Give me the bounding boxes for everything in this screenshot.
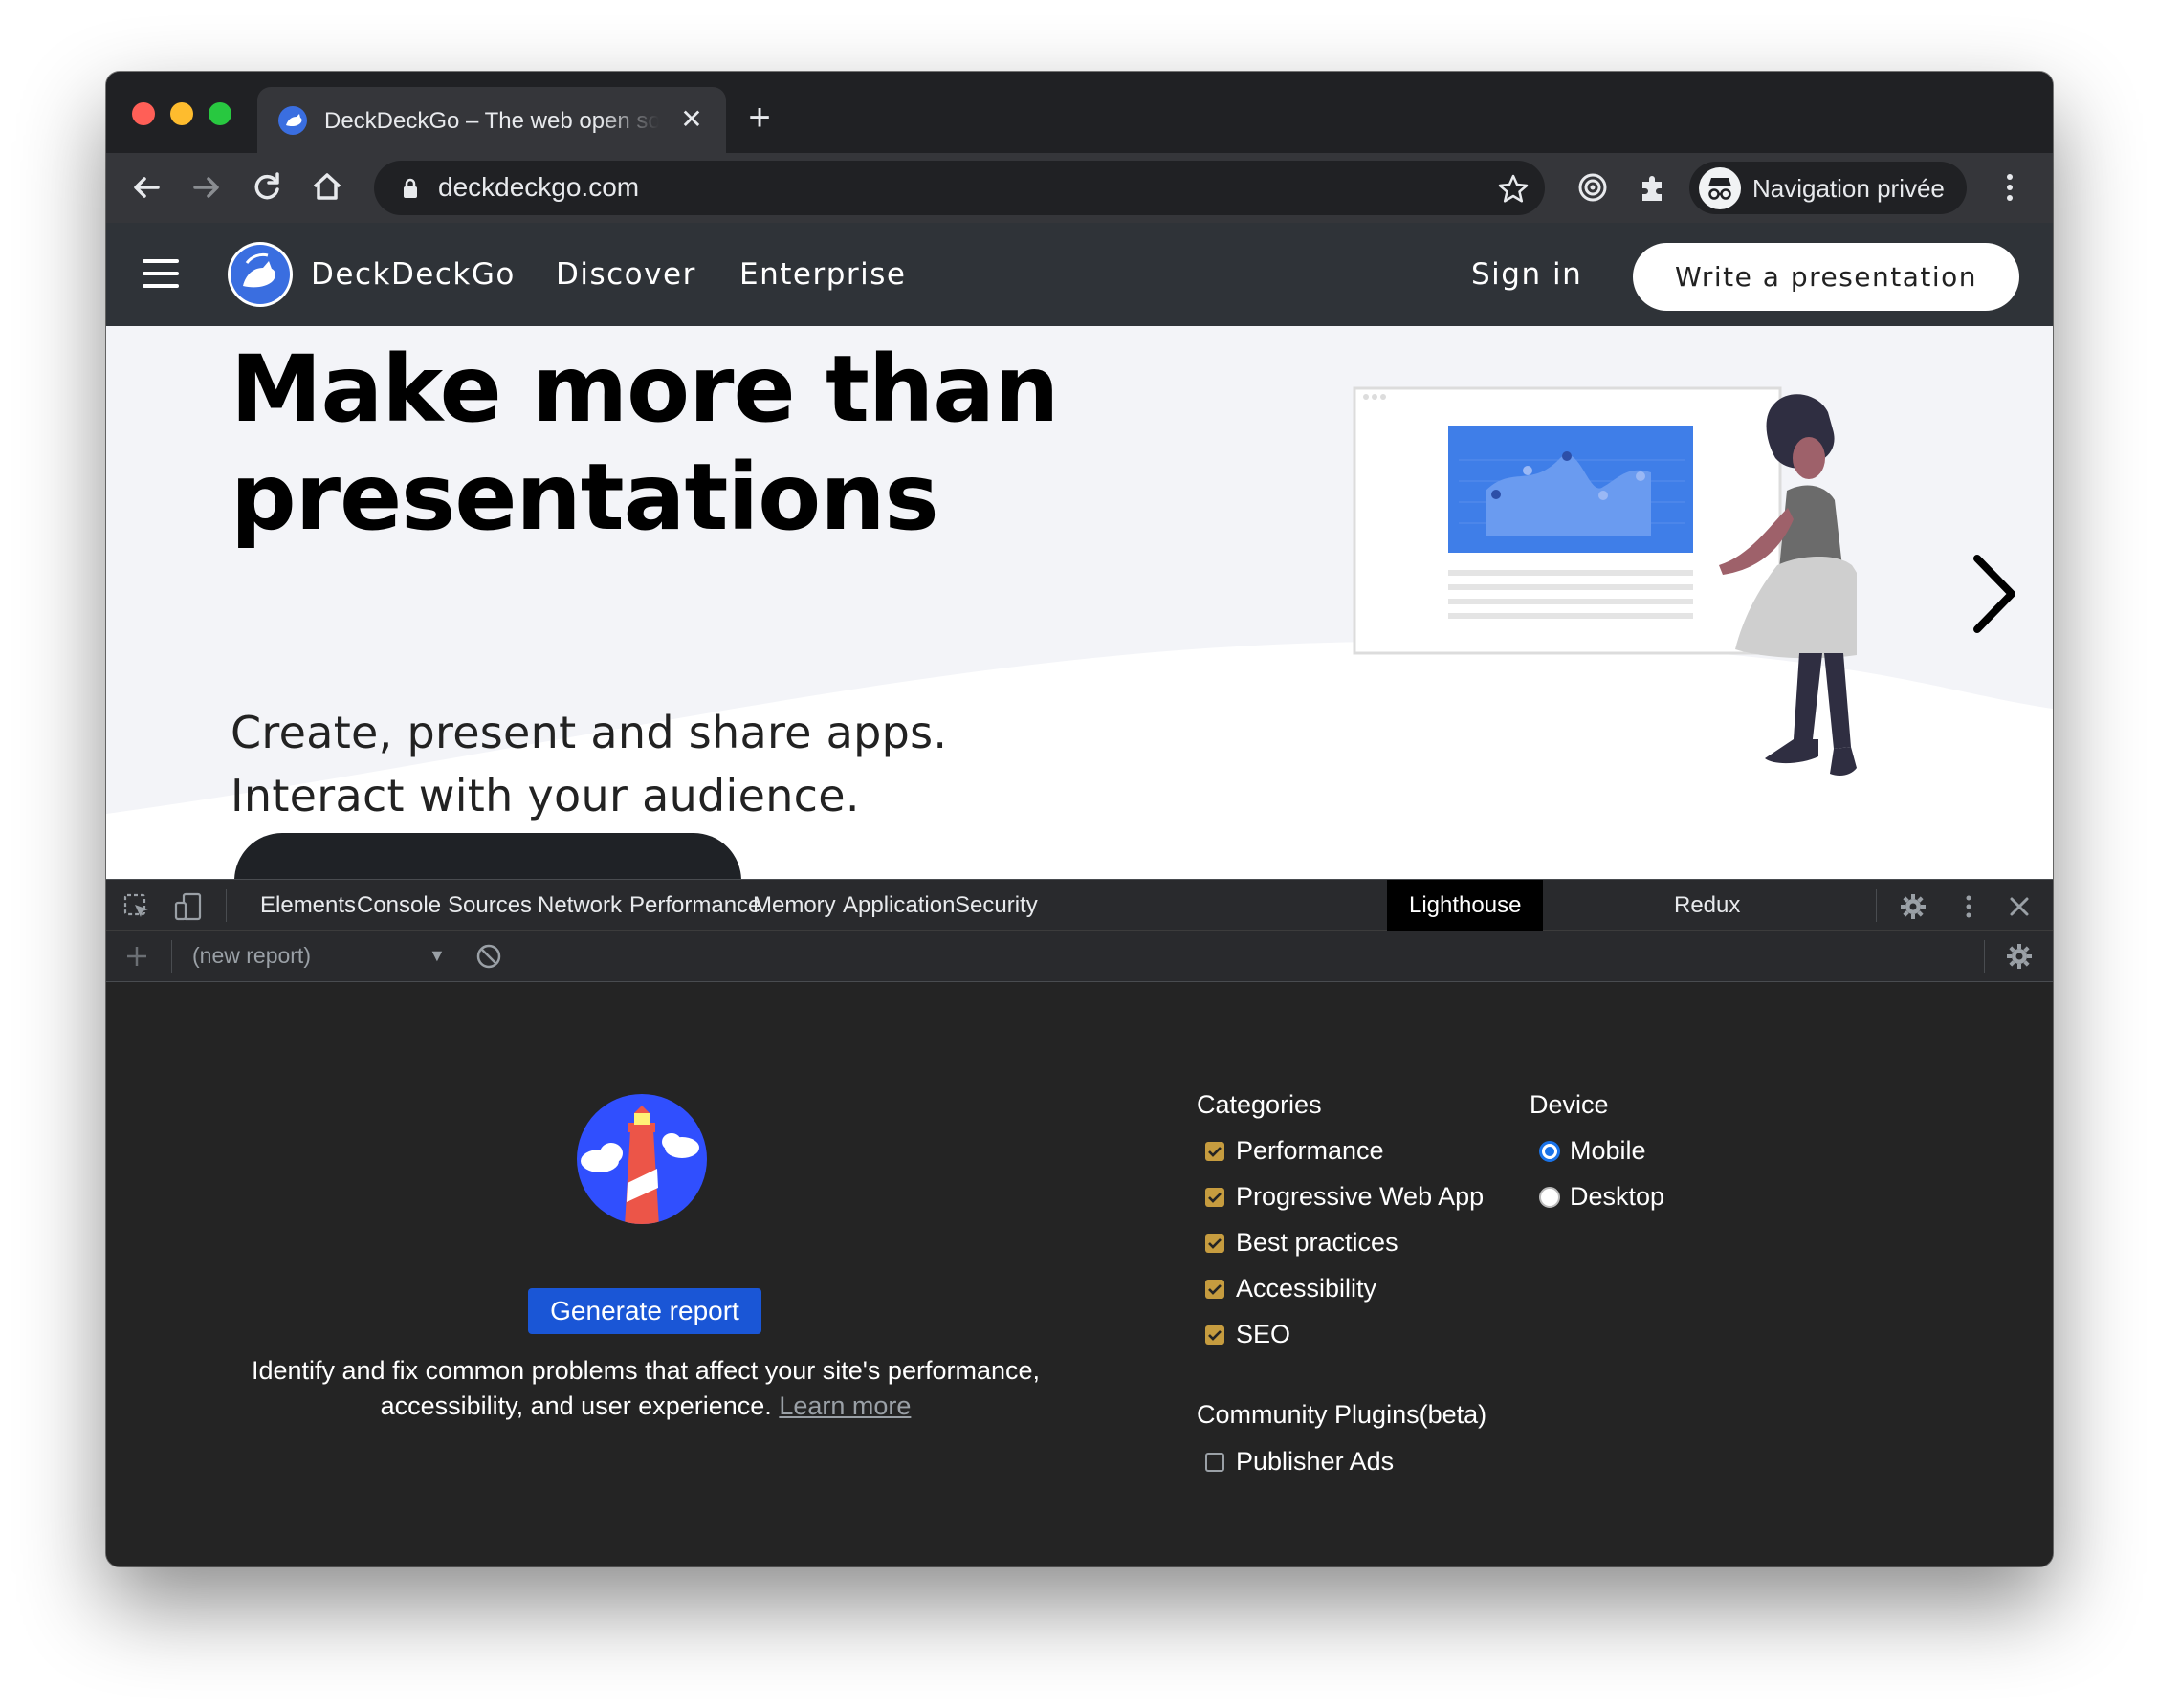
incognito-profile-button[interactable]: Navigation privée <box>1689 162 1967 214</box>
write-presentation-button[interactable]: Write a presentation <box>1633 243 2019 311</box>
bookmark-star-icon[interactable] <box>1495 170 1531 207</box>
category-label: Progressive Web App <box>1236 1182 1485 1211</box>
category-label: Accessibility <box>1236 1274 1377 1303</box>
lighthouse-settings-gear-icon[interactable] <box>2004 941 2035 972</box>
device-label: Desktop <box>1570 1182 1665 1211</box>
presentation-illustration <box>1353 386 1857 776</box>
extension-target-icon[interactable] <box>1572 166 1614 208</box>
plugins-title: Community Plugins(beta) <box>1197 1400 1487 1429</box>
devtools-tab-security[interactable]: Security <box>933 880 1060 931</box>
devtools-tab-redux[interactable]: Redux <box>1652 880 1762 931</box>
reload-icon[interactable] <box>246 166 288 208</box>
checkbox-unchecked[interactable] <box>1205 1453 1224 1472</box>
generate-report-button[interactable]: Generate report <box>528 1288 761 1334</box>
new-tab-button[interactable]: + <box>740 99 779 139</box>
category-label: Performance <box>1236 1136 1384 1165</box>
close-window-button[interactable] <box>132 102 155 125</box>
checkbox-checked[interactable] <box>1205 1280 1224 1299</box>
tab-separator <box>1876 889 1877 922</box>
site-brand-link[interactable]: DeckDeckGo <box>311 254 516 295</box>
hero-subtitle: Create, present and share apps. Interact… <box>231 701 947 827</box>
lighthouse-toolbar: (new report) ▼ <box>106 931 2053 982</box>
device-title: Device <box>1530 1090 1609 1119</box>
clear-reports-icon[interactable] <box>473 941 504 972</box>
radio-selected[interactable] <box>1539 1141 1560 1162</box>
checkbox-checked[interactable] <box>1205 1325 1224 1345</box>
devtools-tab-lighthouse[interactable]: Lighthouse <box>1387 880 1544 931</box>
tab-separator <box>226 889 227 922</box>
sign-in-link[interactable]: Sign in <box>1471 254 1582 295</box>
hero-cta-button[interactable] <box>234 833 741 879</box>
categories-title: Categories <box>1197 1090 1322 1119</box>
radio-unselected[interactable] <box>1539 1187 1560 1208</box>
forward-arrow-icon[interactable] <box>186 166 228 208</box>
nav-discover-link[interactable]: Discover <box>556 254 696 295</box>
checkbox-checked[interactable] <box>1205 1188 1224 1207</box>
hamburger-menu-icon[interactable] <box>143 259 179 288</box>
maximize-window-button[interactable] <box>209 102 231 125</box>
browser-toolbar: deckdeckgo.com Navigation privée <box>106 153 2053 223</box>
nav-enterprise-link[interactable]: Enterprise <box>739 254 906 295</box>
hero-title: Make more than presentations <box>231 336 1059 551</box>
lock-icon[interactable] <box>397 175 424 202</box>
plugin-label: Publisher Ads <box>1236 1447 1395 1476</box>
inspect-element-icon[interactable] <box>121 891 152 922</box>
hero-section: Make more than presentations Create, pre… <box>106 326 2053 879</box>
toolbar-separator <box>1984 940 1985 973</box>
report-dropdown-arrow-icon[interactable]: ▼ <box>429 931 446 981</box>
devtools-menu-icon[interactable] <box>1953 891 1984 922</box>
hero-subtitle-line-1: Create, present and share apps. <box>231 707 948 758</box>
minimize-window-button[interactable] <box>170 102 193 125</box>
learn-more-link[interactable]: Learn more <box>779 1391 911 1420</box>
lighthouse-logo-icon <box>577 1094 707 1224</box>
home-icon[interactable] <box>306 166 348 208</box>
add-report-icon[interactable] <box>121 941 152 972</box>
category-label: Best practices <box>1236 1228 1398 1257</box>
tab-close-icon[interactable]: ✕ <box>676 104 707 135</box>
extensions-puzzle-icon[interactable] <box>1633 166 1675 208</box>
lighthouse-description-text: Identify and fix common problems that af… <box>251 1356 1041 1420</box>
checkbox-checked[interactable] <box>1205 1142 1224 1161</box>
tab-strip: DeckDeckGo – The web open source editor … <box>106 72 2053 153</box>
category-label: SEO <box>1236 1320 1291 1348</box>
incognito-icon <box>1699 167 1741 209</box>
device-toolbar-icon[interactable] <box>173 891 204 922</box>
lighthouse-description: Identify and fix common problems that af… <box>221 1353 1070 1424</box>
browser-tab[interactable]: DeckDeckGo – The web open source editor … <box>257 87 726 153</box>
url-text: deckdeckgo.com <box>438 172 640 202</box>
deckdeckgo-logo-icon[interactable] <box>228 242 293 307</box>
browser-menu-icon[interactable] <box>1989 166 2031 208</box>
tab-title: DeckDeckGo – The web open source editor … <box>324 108 659 134</box>
address-bar[interactable]: deckdeckgo.com <box>374 161 1545 215</box>
profile-label: Navigation privée <box>1752 174 1945 203</box>
hero-subtitle-line-2: Interact with your audience. <box>231 770 860 821</box>
next-slide-chevron-icon[interactable] <box>1968 551 2021 637</box>
devtools-panel: Elements Console Sources Network Perform… <box>106 879 2053 1566</box>
settings-gear-icon[interactable] <box>1898 891 1928 922</box>
close-devtools-icon[interactable] <box>2004 891 2035 922</box>
checkbox-checked[interactable] <box>1205 1234 1224 1253</box>
devtools-tab-bar: Elements Console Sources Network Perform… <box>106 879 2053 931</box>
device-label: Mobile <box>1570 1136 1646 1165</box>
back-arrow-icon[interactable] <box>125 166 167 208</box>
browser-window: DeckDeckGo – The web open source editor … <box>106 72 2053 1566</box>
toolbar-separator <box>171 940 172 973</box>
deckdeckgo-favicon-icon <box>278 106 307 135</box>
site-header: DeckDeckGo Discover Enterprise Sign in W… <box>106 223 2053 326</box>
